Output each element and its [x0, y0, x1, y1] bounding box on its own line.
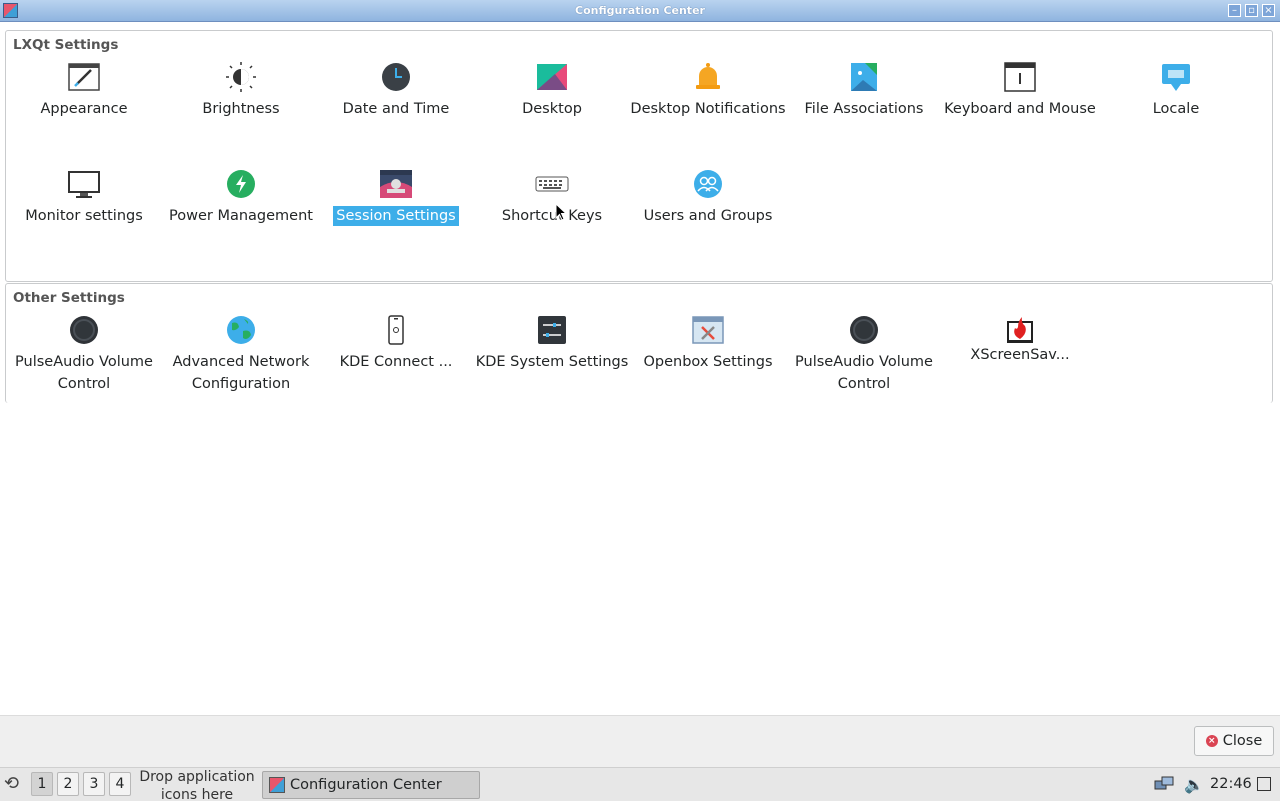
dialog-button-bar: × Close	[0, 715, 1280, 768]
item-kde-connect[interactable]: KDE Connect ...	[318, 313, 474, 373]
volume-icon[interactable]: 🔈	[1184, 775, 1204, 794]
item-power-management[interactable]: Power Management	[163, 167, 319, 227]
mouse-cursor-icon	[555, 203, 567, 221]
item-date-and-time[interactable]: Date and Time	[318, 60, 474, 120]
item-label: PulseAudio Volume Control	[15, 354, 153, 392]
group-title: Other Settings	[12, 290, 126, 306]
appearance-icon	[67, 60, 101, 94]
bell-icon	[691, 60, 725, 94]
item-label: Keyboard and Mouse	[944, 101, 1096, 117]
close-window-button[interactable]: ×	[1262, 4, 1275, 17]
item-label: Users and Groups	[643, 208, 773, 224]
group-title: LXQt Settings	[12, 37, 120, 53]
item-keyboard-and-mouse[interactable]: Keyboard and Mouse	[942, 60, 1098, 120]
maximize-button[interactable]: ▫	[1245, 4, 1258, 17]
configuration-center-icon	[269, 777, 285, 793]
clock[interactable]: 22:46	[1210, 776, 1252, 792]
volume-knob-icon	[847, 313, 881, 347]
item-xscreensaver[interactable]: XScreenSav...	[942, 313, 1098, 366]
system-settings-icon	[535, 313, 569, 347]
item-label: Power Management	[169, 208, 313, 224]
keyboard-icon	[535, 167, 569, 201]
task-label: Configuration Center	[290, 777, 442, 793]
item-label: Brightness	[202, 101, 280, 117]
desktop-switch-1[interactable]: 1	[31, 772, 53, 796]
network-icon[interactable]	[1154, 776, 1174, 792]
desktop-switch-2[interactable]: 2	[57, 772, 79, 796]
item-label: Shortcut Keys	[501, 208, 603, 224]
window-title: Configuration Center	[575, 4, 705, 17]
item-brightness[interactable]: Brightness	[163, 60, 319, 120]
item-label: XScreenSav...	[970, 347, 1070, 363]
item-kde-system-settings[interactable]: KDE System Settings	[474, 313, 630, 373]
globe-icon	[224, 313, 258, 347]
close-button[interactable]: × Close	[1194, 726, 1274, 756]
session-icon	[379, 167, 413, 201]
item-label: PulseAudio Volume Control	[795, 354, 933, 392]
minimize-button[interactable]: –	[1228, 4, 1241, 17]
close-button-label: Close	[1222, 733, 1263, 749]
item-openbox-settings[interactable]: Openbox Settings	[630, 313, 786, 373]
monitor-icon	[67, 167, 101, 201]
item-shortcut-keys[interactable]: Shortcut Keys	[474, 167, 630, 227]
desktop-switch-4[interactable]: 4	[109, 772, 131, 796]
openbox-icon	[691, 313, 725, 347]
item-desktop-notifications[interactable]: Desktop Notifications	[630, 60, 786, 120]
item-label: KDE System Settings	[475, 354, 629, 370]
item-pulseaudio-volume-control-2[interactable]: PulseAudio Volume Control	[786, 313, 942, 395]
desktop-icon	[535, 60, 569, 94]
show-desktop-icon[interactable]	[1257, 777, 1271, 791]
item-label: Date and Time	[342, 101, 450, 117]
item-label: Appearance	[40, 101, 128, 117]
item-locale[interactable]: Locale	[1098, 60, 1254, 120]
volume-knob-icon	[67, 313, 101, 347]
item-label: Session Settings	[318, 205, 474, 227]
item-advanced-network-configuration[interactable]: Advanced Network Configuration	[163, 313, 319, 395]
item-label: Advanced Network Configuration	[172, 354, 310, 392]
item-monitor-settings[interactable]: Monitor settings	[6, 167, 162, 227]
item-label: File Associations	[804, 101, 924, 117]
taskbar-panel: ⟲ 1 2 3 4 Drop application icons here Co…	[0, 767, 1280, 804]
taskbar-button-configuration-center[interactable]: Configuration Center	[262, 771, 480, 799]
item-label-text: Session Settings	[333, 206, 459, 226]
item-label: Locale	[1152, 101, 1200, 117]
locale-icon	[1159, 60, 1193, 94]
item-session-settings[interactable]: Session Settings	[318, 167, 474, 227]
clock-icon	[379, 60, 413, 94]
item-label: Desktop Notifications	[630, 101, 786, 117]
quicklaunch-drop-area[interactable]: Drop application icons here	[137, 768, 257, 804]
main-menu-icon[interactable]: ⟲	[4, 774, 24, 794]
item-label: KDE Connect ...	[339, 354, 453, 370]
close-icon: ×	[1205, 735, 1218, 747]
item-file-associations[interactable]: File Associations	[786, 60, 942, 120]
brightness-icon	[224, 60, 258, 94]
phone-icon	[379, 313, 413, 347]
desktop-switch-3[interactable]: 3	[83, 772, 105, 796]
file-associations-icon	[847, 60, 881, 94]
item-label: Monitor settings	[25, 208, 143, 224]
item-users-and-groups[interactable]: Users and Groups	[630, 167, 786, 227]
power-icon	[224, 167, 258, 201]
item-pulseaudio-volume-control[interactable]: PulseAudio Volume Control	[6, 313, 162, 395]
item-label: Openbox Settings	[643, 354, 773, 370]
window-titlebar[interactable]: Configuration Center – ▫ ×	[0, 0, 1280, 22]
keyboard-mouse-icon	[1003, 60, 1037, 94]
item-appearance[interactable]: Appearance	[6, 60, 162, 120]
xscreensaver-icon	[1003, 313, 1037, 347]
item-label: Desktop	[522, 101, 582, 117]
users-icon	[691, 167, 725, 201]
item-desktop[interactable]: Desktop	[474, 60, 630, 120]
